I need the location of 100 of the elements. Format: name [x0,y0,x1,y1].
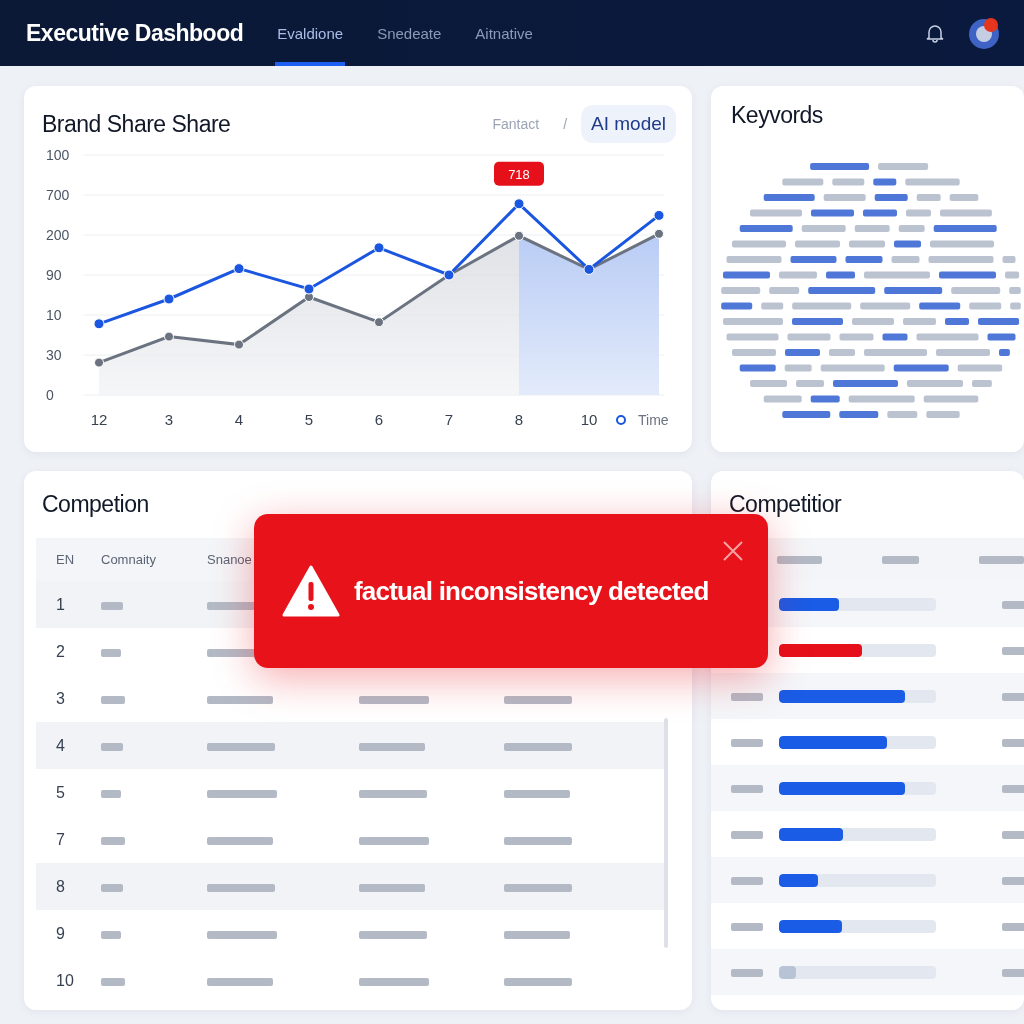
illegible-text [504,789,570,798]
card-title: Competion [42,491,149,518]
illegible-text [101,789,121,798]
data-point [164,331,174,342]
illegible-text [101,883,123,892]
card-title: Keyvords [731,102,823,129]
illegible-text [207,695,273,704]
illegible-text [359,836,429,845]
axis-label: 10 [46,307,62,323]
data-point [514,230,524,241]
toggle-option[interactable]: AI model [581,105,676,143]
app-title: Executive Dashbood [26,19,244,47]
card-title: Competitior [729,491,842,518]
illegible-text [731,739,763,747]
legend-dot [616,415,626,425]
axis-label: 100 [46,147,70,163]
axis-label: 30 [46,347,62,363]
rank-cell-text: 5 [56,783,66,802]
data-point [93,318,105,330]
axis-label: 700 [46,187,70,203]
column-header: Comnaity [101,552,157,567]
illegible-text [731,877,763,885]
illegible-text [101,836,125,845]
axis-label: 10 [580,411,598,428]
illegible-text [504,930,570,939]
data-point [374,317,384,328]
illegible-text [882,555,919,564]
data-point [513,198,525,210]
illegible-text [207,977,273,986]
illegible-text [504,742,572,751]
nav-tab[interactable]: Evaldione [275,0,346,66]
illegible-text [731,923,763,931]
data-point [234,339,244,350]
axis-label: 5 [304,411,314,428]
illegible-text [207,930,277,939]
column-header: Snanoe [207,552,253,567]
axis-label: 3 [164,411,174,428]
rank-cell-text: 9 [56,924,66,943]
illegible-text [207,883,275,892]
illegible-text [359,883,425,892]
rank-cell-text: 2 [56,642,66,661]
illegible-text [101,977,125,986]
illegible-text [359,742,425,751]
illegible-text [504,883,572,892]
data-point [163,293,175,305]
illegible-text [101,930,121,939]
illegible-text [101,695,125,704]
illegible-text [777,555,823,564]
illegible-text [359,789,427,798]
rank-cell-text: 7 [56,830,66,849]
illegible-text [207,836,273,845]
axis-label: 200 [46,227,70,243]
warning-icon [282,565,340,617]
illegible-text [207,742,275,751]
illegible-text [101,742,123,751]
value-badge: 718 [494,161,544,186]
nav-tab[interactable]: Aitnative [473,0,535,66]
illegible-text [101,601,123,610]
alert-message: factual inconsistency detected [354,575,709,607]
axis-label: 4 [234,411,244,428]
data-point [233,263,245,275]
illegible-text [731,785,763,793]
bell-icon[interactable] [926,23,944,43]
data-point [303,283,315,295]
rank-cell-text: 3 [56,689,66,708]
nav-tab[interactable]: Snedeate [375,0,444,66]
illegible-text [731,693,763,701]
illegible-text [504,836,572,845]
illegible-text [207,789,277,798]
data-point [653,209,665,221]
illegible-text [731,969,763,977]
avatar-icon[interactable] [968,16,1002,50]
illegible-text [359,977,429,986]
illegible-text [359,695,429,704]
illegible-text [978,555,1024,564]
legend-label: Time [638,412,669,428]
axis-label: 8 [514,411,524,428]
separator: / [563,116,567,132]
data-point [654,228,664,239]
illegible-text [504,977,572,986]
axis-label: 12 [90,411,108,428]
axis-label: 6 [374,411,384,428]
scrollbar[interactable] [664,718,668,948]
rank-cell-text: 8 [56,877,66,896]
data-point [583,263,595,275]
data-point [373,242,385,254]
axis-label: 90 [46,267,62,283]
axis-label: 0 [46,387,54,403]
illegible-text [101,648,121,657]
column-header: EN [56,552,76,567]
rank-cell-text: 10 [56,971,75,990]
illegible-text [731,831,763,839]
rank-cell-text: 1 [56,595,66,614]
data-point [443,269,455,281]
rank-cell-text: 4 [56,736,66,755]
data-point [94,357,104,368]
illegible-text [359,930,427,939]
illegible-text [504,695,572,704]
card-title: Brand Share Share [42,110,231,138]
axis-label: 7 [444,411,454,428]
